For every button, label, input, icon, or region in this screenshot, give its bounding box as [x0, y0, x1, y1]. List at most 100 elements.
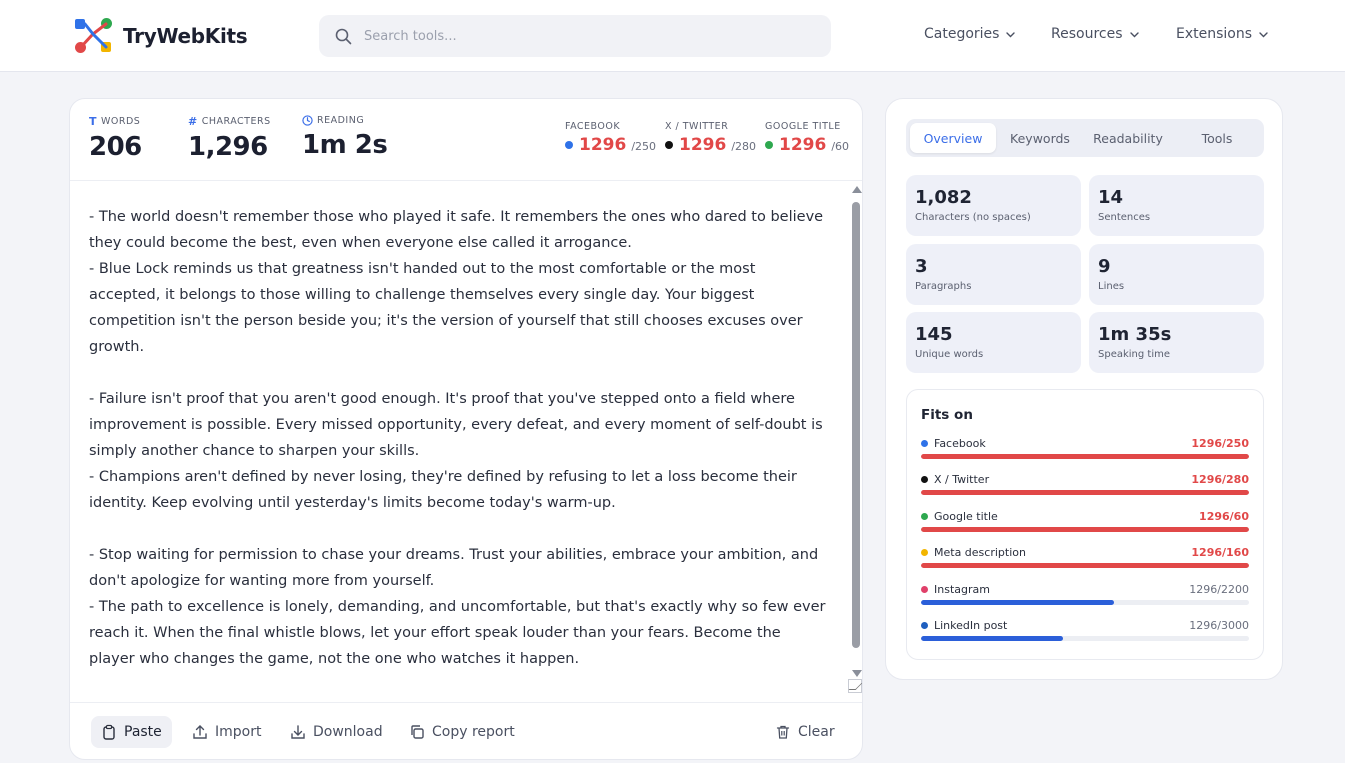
stat-words: T WORDS 206 [89, 115, 142, 162]
limit-twitter-label: X / TWITTER [665, 121, 729, 132]
editor-text[interactable]: - The world doesn't remember those who p… [89, 204, 829, 672]
metric-value: 9 [1098, 256, 1111, 277]
metric-value: 1,082 [915, 187, 972, 208]
stat-reading: READING 1m 2s [302, 115, 388, 160]
fit-count: 1296/2200 [1189, 583, 1249, 596]
platform-dot [921, 440, 928, 447]
upload-icon [193, 725, 207, 739]
tab-readability[interactable]: Readability [1085, 123, 1171, 153]
logo[interactable]: TryWebKits [73, 16, 248, 56]
clear-button[interactable]: Clear [765, 716, 845, 748]
fit-progress-track [921, 490, 1249, 495]
fit-count: 1296/160 [1191, 546, 1249, 559]
text-icon: T [89, 115, 98, 128]
scroll-up-arrow-icon[interactable] [852, 186, 862, 193]
nav-categories-label: Categories [924, 26, 1000, 42]
copy-icon [411, 725, 424, 739]
fit-progress-track [921, 527, 1249, 532]
metric-sentences: 14 Sentences [1089, 175, 1264, 236]
text-paragraph: - Champions aren't defined by never losi… [89, 469, 797, 511]
text-paragraph: - Failure isn't proof that you aren't go… [89, 391, 823, 459]
limit-facebook-value: 1296 [579, 135, 627, 155]
fit-platform-name: Meta description [934, 546, 1026, 559]
fit-row: Meta description 1296/160 [921, 546, 1249, 576]
limit-google-title: GOOGLE TITLE 1296/60 [765, 121, 849, 155]
metric-value: 3 [915, 256, 928, 277]
editor-toolbar: Paste Import Download Copy report Clear [70, 702, 862, 759]
fit-progress-fill [921, 636, 1063, 641]
limit-twitter-value: 1296 [679, 135, 727, 155]
download-icon [291, 725, 305, 739]
analysis-tabs: Overview Keywords Readability Tools [906, 119, 1264, 157]
fit-progress-track [921, 600, 1249, 605]
copy-report-button[interactable]: Copy report [399, 716, 525, 748]
fit-platform-name: Facebook [934, 437, 986, 450]
fits-on-card: Fits on Facebook 1296/250 X / Twitter 1296/… [906, 389, 1264, 660]
nav-extensions[interactable]: Extensions [1176, 26, 1269, 42]
fit-platform: Instagram [921, 583, 990, 596]
metric-value: 14 [1098, 187, 1124, 208]
text-paragraph: - The world doesn't remember those who p… [89, 209, 824, 251]
paste-button[interactable]: Paste [91, 716, 172, 748]
editor-card: T WORDS 206 # CHARACTERS 1,296 READING 1m … [69, 98, 863, 760]
scroll-down-arrow-icon[interactable] [852, 670, 862, 677]
stats-row: T WORDS 206 # CHARACTERS 1,296 READING 1m … [70, 99, 862, 181]
limit-twitter: X / TWITTER 1296/280 [665, 121, 756, 155]
platform-dot [921, 549, 928, 556]
editor-scrollbar[interactable] [850, 186, 862, 677]
fit-platform: Facebook [921, 437, 986, 450]
resize-handle[interactable] [848, 679, 862, 693]
nav-resources[interactable]: Resources [1051, 26, 1140, 42]
clipboard-icon [103, 724, 115, 740]
limit-facebook-max: /250 [631, 140, 657, 153]
top-header: TryWebKits Categories Resources Extensio… [0, 0, 1345, 72]
stat-words-value: 206 [89, 132, 142, 162]
analysis-panel: Overview Keywords Readability Tools 1,08… [885, 98, 1283, 680]
clear-label: Clear [798, 724, 835, 740]
twitter-dot [665, 141, 673, 149]
fit-platform-name: Instagram [934, 583, 990, 596]
platform-dot [921, 513, 928, 520]
fit-platform-name: Google title [934, 510, 998, 523]
chevron-down-icon [1259, 31, 1268, 37]
text-editor[interactable]: - The world doesn't remember those who p… [70, 182, 862, 702]
limit-twitter-max: /280 [731, 140, 757, 153]
fit-progress-track [921, 454, 1249, 459]
platform-dot [921, 622, 928, 629]
stat-characters: # CHARACTERS 1,296 [188, 115, 271, 162]
fit-progress-track [921, 563, 1249, 568]
metric-label: Sentences [1098, 212, 1151, 223]
tab-overview[interactable]: Overview [910, 123, 996, 153]
stat-characters-label: CHARACTERS [201, 116, 271, 127]
text-paragraph: - Stop waiting for permission to chase y… [89, 547, 819, 589]
fit-count: 1296/60 [1199, 510, 1249, 523]
scroll-thumb[interactable] [852, 202, 860, 648]
fit-row: Instagram 1296/2200 [921, 583, 1249, 613]
search-icon [335, 28, 352, 44]
fit-progress-fill [921, 563, 1249, 568]
fit-row: Facebook 1296/250 [921, 437, 1249, 467]
fit-progress-fill [921, 490, 1249, 495]
fit-platform: LinkedIn post [921, 619, 1007, 632]
import-button[interactable]: Import [182, 716, 271, 748]
download-button[interactable]: Download [280, 716, 393, 748]
chevron-down-icon [1129, 31, 1139, 37]
tab-tools[interactable]: Tools [1174, 123, 1260, 153]
tab-keywords[interactable]: Keywords [997, 123, 1083, 153]
import-label: Import [215, 724, 262, 740]
logo-text: TryWebKits [123, 24, 248, 48]
search-input[interactable] [364, 28, 804, 44]
metric-unique-words: 145 Unique words [906, 312, 1081, 373]
metric-label: Characters (no spaces) [915, 212, 1031, 223]
search-bar[interactable] [319, 15, 831, 57]
metric-value: 1m 35s [1098, 324, 1172, 345]
fit-progress-fill [921, 600, 1115, 605]
metric-label: Unique words [915, 349, 984, 360]
trash-icon [776, 725, 790, 739]
fit-row: X / Twitter 1296/280 [921, 473, 1249, 503]
nav-categories[interactable]: Categories [924, 26, 1016, 42]
stat-characters-value: 1,296 [188, 132, 268, 162]
nav-extensions-label: Extensions [1176, 26, 1253, 42]
